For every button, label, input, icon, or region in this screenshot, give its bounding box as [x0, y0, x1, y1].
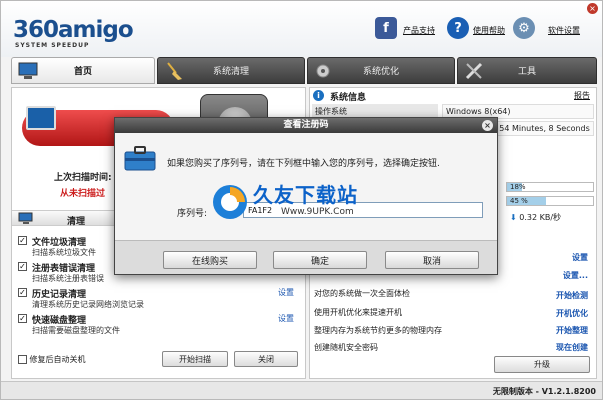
- logo-tagline: SYSTEM SPEEDUP: [15, 42, 90, 49]
- checkbox[interactable]: ✓: [18, 262, 27, 271]
- info-icon: i: [313, 90, 324, 101]
- task-link-boot[interactable]: 开机优化: [556, 308, 588, 319]
- clean-item-desc: 扫描系统垃圾文件: [32, 248, 96, 257]
- download-arrow-icon: ⬇: [510, 213, 517, 222]
- history-settings-link[interactable]: 设置: [278, 287, 294, 298]
- facebook-icon[interactable]: f: [375, 17, 397, 39]
- close-icon[interactable]: ×: [587, 3, 598, 14]
- tab-system-optimize-label: 系统优化: [362, 67, 399, 77]
- settings-link[interactable]: 设置: [572, 252, 588, 263]
- watermark: 久友下载站 Www.9UPK.Com: [211, 177, 371, 227]
- task-link-check[interactable]: 开始检测: [556, 290, 588, 301]
- tab-system-clean[interactable]: 系统清理: [157, 57, 305, 84]
- watermark-url: Www.9UPK.Com: [281, 207, 354, 217]
- settings-more-link[interactable]: 设置...: [563, 270, 588, 281]
- gear-icon[interactable]: ⚙: [513, 17, 535, 39]
- ok-button[interactable]: 确定: [273, 251, 367, 269]
- watermark-text: 久友下载站: [253, 183, 358, 207]
- help-link[interactable]: 使用帮助: [473, 25, 505, 36]
- tab-system-optimize[interactable]: 系统优化: [307, 57, 455, 84]
- dialog-message: 如果您购买了序列号，请在下列框中输入您的序列号，选择确定按钮.: [167, 159, 440, 169]
- task-link-memory[interactable]: 开始整理: [556, 325, 588, 336]
- briefcase-icon: [124, 146, 156, 171]
- app-window: 360amigo SYSTEM SPEEDUP f 产品支持 ? 使用帮助 ⚙ …: [0, 0, 603, 400]
- broom-icon: [167, 62, 182, 80]
- clean-item-history: ✓ 历史记录清理 清理系统历史记录网络浏览记录 设置: [18, 286, 298, 312]
- auto-shutdown-option[interactable]: 修复后自动关机: [18, 354, 86, 365]
- last-scan-label: 上次扫描时间:: [54, 173, 112, 183]
- cancel-button[interactable]: 取消: [385, 251, 479, 269]
- logo: 360amigo SYSTEM SPEEDUP: [13, 17, 134, 53]
- tools-icon: [465, 62, 483, 80]
- usage-bar-2-text: 45 %: [510, 197, 528, 205]
- network-speed-value: 0.32 KB/秒: [519, 213, 562, 222]
- dialog-button-row: 在线购买 确定 取消: [115, 240, 497, 274]
- last-scan-value: 从未扫描过: [60, 189, 106, 199]
- usage-bar-1: 18%: [506, 182, 594, 192]
- task-text: 使用开机优化来提速开机: [314, 308, 402, 317]
- system-info-title: 系统信息: [330, 93, 367, 103]
- dialog-title: 查看注册码: [283, 120, 329, 130]
- tab-tools[interactable]: 工具: [457, 57, 597, 84]
- tab-home[interactable]: 首页: [11, 57, 155, 84]
- main-tabs: 首页 系统清理 系统优化 工具: [11, 57, 597, 85]
- monitor-icon: [26, 106, 56, 130]
- status-bar: 无限制版本 - V1.2.1.8200: [1, 381, 602, 399]
- logo-brand: 360amigo: [13, 17, 134, 43]
- start-scan-button[interactable]: 开始扫描: [162, 351, 228, 367]
- task-text: 对您的系统做一次全面体检: [314, 289, 410, 298]
- usage-bar-2: 45 %: [506, 196, 594, 206]
- watermark-logo-icon: [213, 185, 247, 219]
- tab-home-label: 首页: [73, 67, 92, 77]
- header: 360amigo SYSTEM SPEEDUP f 产品支持 ? 使用帮助 ⚙ …: [1, 1, 602, 57]
- usage-bar-1-text: 18%: [510, 183, 526, 191]
- uptime-value: s, 54 Minutes, 8 Seconds: [486, 121, 594, 136]
- dialog-titlebar: 查看注册码 ×: [115, 118, 497, 133]
- close-button[interactable]: 关闭: [234, 351, 298, 367]
- tab-tools-label: 工具: [517, 67, 536, 77]
- settings-link[interactable]: 软件设置: [548, 25, 580, 36]
- checkbox[interactable]: [18, 355, 27, 364]
- clean-section-title: 清理: [67, 217, 86, 227]
- gears-icon: [316, 64, 330, 78]
- help-icon[interactable]: ?: [447, 17, 469, 39]
- task-link-password[interactable]: 现在创建: [556, 342, 588, 353]
- serial-label: 序列号:: [177, 209, 208, 219]
- checkbox[interactable]: ✓: [18, 288, 27, 297]
- report-link[interactable]: 报告: [574, 90, 590, 101]
- tab-system-clean-label: 系统清理: [212, 67, 249, 77]
- auto-shutdown-label: 修复后自动关机: [29, 355, 86, 364]
- computer-icon: [18, 212, 33, 224]
- buy-online-button[interactable]: 在线购买: [163, 251, 257, 269]
- checkbox[interactable]: ✓: [18, 314, 27, 323]
- clean-item-desc: 扫描需要磁盘整理的文件: [32, 326, 120, 335]
- network-speed: ⬇ 0.32 KB/秒: [510, 212, 561, 223]
- defrag-settings-link[interactable]: 设置: [278, 313, 294, 324]
- upgrade-button[interactable]: 升级: [494, 356, 590, 373]
- clean-item-desc: 清理系统历史记录网络浏览记录: [32, 300, 144, 309]
- version-label: 无限制版本 - V1.2.1.8200: [492, 387, 596, 396]
- checkbox[interactable]: ✓: [18, 236, 27, 245]
- support-link[interactable]: 产品支持: [403, 25, 435, 36]
- task-text: 整理内存为系统节约更多的物理内存: [314, 326, 442, 335]
- task-text: 创建随机安全密码: [314, 343, 378, 352]
- clean-item-defrag: ✓ 快速磁盘整理 扫描需要磁盘整理的文件 设置: [18, 312, 298, 338]
- computer-icon: [18, 62, 38, 79]
- clean-item-desc: 扫描系统注册表错误: [32, 274, 104, 283]
- close-icon[interactable]: ×: [482, 120, 493, 131]
